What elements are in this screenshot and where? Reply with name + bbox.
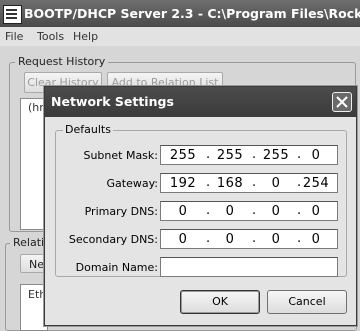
secondary-dns-octet-2[interactable]: 0 — [211, 232, 249, 247]
gateway-octet-2[interactable]: 168 — [211, 176, 249, 191]
secondary-dns-octet-3[interactable]: 0 — [257, 232, 295, 247]
dialog-titlebar[interactable]: Network Settings — [45, 87, 356, 117]
domain-name-label: Domain Name: — [75, 261, 158, 274]
secondary-dns-input[interactable]: 0 . 0 . 0 . 0 — [160, 229, 338, 249]
window-title: BOOTP/DHCP Server 2.3 - C:\Program Files… — [24, 6, 360, 21]
primary-dns-octet-2[interactable]: 0 — [211, 204, 249, 219]
domain-name-input[interactable] — [160, 257, 338, 277]
primary-dns-octet-3[interactable]: 0 — [257, 204, 295, 219]
request-history-legend: Request History — [15, 55, 109, 68]
defaults-group: Defaults Subnet Mask: 255 . 255 . 255 . … — [55, 123, 347, 279]
dialog-title: Network Settings — [51, 94, 174, 109]
primary-dns-label: Primary DNS: — [84, 205, 158, 218]
ip-dot: . — [252, 231, 257, 246]
subnet-mask-input[interactable]: 255 . 255 . 255 . 0 — [160, 145, 338, 165]
subnet-octet-2[interactable]: 255 — [211, 148, 249, 163]
ip-dot: . — [206, 231, 211, 246]
close-button[interactable] — [332, 92, 352, 112]
ip-dot: . — [206, 147, 211, 162]
subnet-mask-label: Subnet Mask: — [83, 149, 158, 162]
secondary-dns-octet-4[interactable]: 0 — [297, 232, 335, 247]
primary-dns-input[interactable]: 0 . 0 . 0 . 0 — [160, 201, 338, 221]
ip-dot: . — [206, 175, 211, 190]
subnet-mask-row: Subnet Mask: 255 . 255 . 255 . 0 — [56, 145, 346, 167]
app-icon — [3, 5, 22, 24]
gateway-row: Gateway: 192 . 168 . 0 . 254 — [56, 173, 346, 195]
ip-dot: . — [252, 175, 257, 190]
menubar: File Tools Help — [0, 27, 360, 46]
secondary-dns-octet-1[interactable]: 0 — [164, 232, 202, 247]
gateway-octet-1[interactable]: 192 — [164, 176, 202, 191]
defaults-legend: Defaults — [63, 123, 113, 136]
subnet-octet-1[interactable]: 255 — [164, 148, 202, 163]
subnet-octet-3[interactable]: 255 — [257, 148, 295, 163]
primary-dns-octet-1[interactable]: 0 — [164, 204, 202, 219]
ip-dot: . — [206, 203, 211, 218]
ip-dot: . — [252, 203, 257, 218]
domain-name-row: Domain Name: — [56, 257, 346, 279]
gateway-input[interactable]: 192 . 168 . 0 . 254 — [160, 173, 338, 193]
relation-list-legend: Relati — [10, 236, 48, 249]
menu-help[interactable]: Help — [73, 30, 98, 43]
ip-dot: . — [252, 147, 257, 162]
gateway-octet-3[interactable]: 0 — [257, 176, 295, 191]
ok-button[interactable]: OK — [180, 290, 260, 314]
close-icon — [336, 96, 348, 108]
secondary-dns-label: Secondary DNS: — [68, 233, 158, 246]
primary-dns-row: Primary DNS: 0 . 0 . 0 . 0 — [56, 201, 346, 223]
primary-dns-octet-4[interactable]: 0 — [297, 204, 335, 219]
secondary-dns-row: Secondary DNS: 0 . 0 . 0 . 0 — [56, 229, 346, 251]
menu-tools[interactable]: Tools — [37, 30, 64, 43]
gateway-octet-4[interactable]: 254 — [297, 176, 335, 191]
main-titlebar[interactable]: BOOTP/DHCP Server 2.3 - C:\Program Files… — [0, 0, 360, 27]
gateway-label: Gateway: — [106, 177, 159, 190]
subnet-octet-4[interactable]: 0 — [297, 148, 335, 163]
cancel-button[interactable]: Cancel — [267, 290, 347, 314]
menu-file[interactable]: File — [5, 30, 23, 43]
network-settings-dialog: Network Settings Defaults Subnet Mask: 2… — [44, 86, 357, 326]
